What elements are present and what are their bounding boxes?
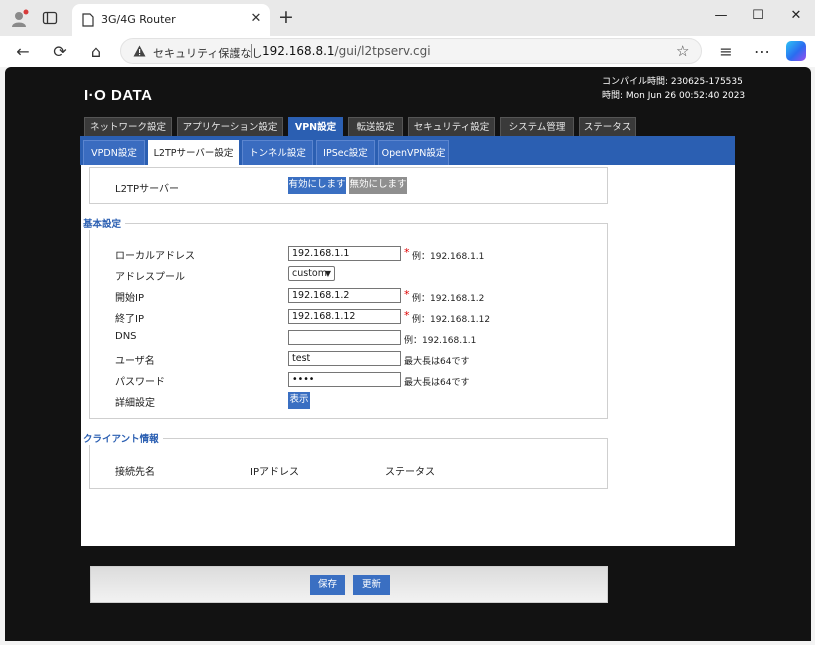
content-panel: L2TPサーバー 有効にします 無効にします ローカルアドレス 192.168.…	[81, 165, 735, 603]
update-button[interactable]: 更新	[353, 575, 390, 595]
column-destination: 接続先名	[115, 467, 155, 478]
address-pool-label: アドレスプール	[115, 272, 185, 283]
required-mark: *	[404, 288, 410, 301]
subtab-vpdn[interactable]: VPDN設定	[83, 140, 145, 165]
maximize-button[interactable]: ☐	[746, 8, 770, 23]
end-ip-hint: 例：192.168.1.12	[412, 315, 491, 325]
tab-application[interactable]: アプリケーション設定	[177, 117, 283, 136]
refresh-button[interactable]: ⟳	[48, 40, 72, 64]
browser-toolbar: ← ⟳ ⌂ セキュリティ保護なし 192.168.8.1/gui/l2tpser…	[0, 36, 815, 67]
action-bar: 保存 更新	[90, 566, 608, 603]
start-ip-hint: 例：192.168.1.2	[412, 294, 485, 304]
url-text[interactable]: 192.168.8.1/gui/l2tpserv.cgi	[262, 44, 431, 58]
required-mark: *	[404, 246, 410, 259]
tab-vpn[interactable]: VPN設定	[288, 117, 343, 136]
start-ip-input[interactable]: 192.168.1.2	[288, 288, 401, 303]
tab-security[interactable]: セキュリティ設定	[408, 117, 495, 136]
dns-label: DNS	[115, 331, 137, 342]
back-button[interactable]: ←	[11, 40, 35, 64]
current-time: 時間: Mon Jun 26 00:52:40 2023	[602, 91, 746, 101]
password-input[interactable]: ••••	[288, 372, 401, 387]
home-button[interactable]: ⌂	[84, 40, 108, 64]
enable-button[interactable]: 有効にします	[288, 177, 346, 194]
new-tab-button[interactable]: +	[276, 6, 296, 28]
tab-status[interactable]: ステータス	[579, 117, 636, 136]
tab-actions-icon[interactable]	[42, 10, 58, 26]
column-ip-address: IPアドレス	[250, 467, 299, 478]
address-divider	[251, 44, 252, 58]
address-pool-select[interactable]: custom ▼	[288, 266, 335, 281]
warning-icon[interactable]	[133, 45, 146, 57]
username-input[interactable]: test	[288, 351, 401, 366]
close-window-button[interactable]: ✕	[784, 8, 808, 23]
client-info-box: 接続先名 IPアドレス ステータス	[89, 438, 608, 489]
time-info: コンパイル時間: 230625-175535 時間: Mon Jun 26 00…	[602, 75, 745, 103]
favorites-button[interactable]: ≡	[714, 40, 738, 64]
security-label[interactable]: セキュリティ保護なし	[153, 45, 262, 61]
required-mark: *	[404, 309, 410, 322]
minimize-button[interactable]: —	[709, 8, 733, 23]
subtab-ipsec[interactable]: IPSec設定	[316, 140, 375, 165]
address-pool-value: custom	[292, 268, 327, 279]
favorite-star-icon[interactable]: ☆	[676, 42, 689, 60]
tab-title: 3G/4G Router	[101, 13, 176, 26]
local-address-input[interactable]: 192.168.1.1	[288, 246, 401, 261]
browser-tab[interactable]: 3G/4G Router ✕	[72, 4, 270, 36]
tab-network[interactable]: ネットワーク設定	[84, 117, 172, 136]
local-address-label: ローカルアドレス	[115, 251, 195, 262]
page-viewport: I·O DATA コンパイル時間: 230625-175535 時間: Mon …	[5, 67, 811, 641]
page-icon	[82, 13, 94, 27]
url-host: 192.168.8.1	[262, 44, 335, 58]
subtab-tunnel[interactable]: トンネル設定	[242, 140, 313, 165]
disable-button[interactable]: 無効にします	[349, 177, 407, 194]
sub-tab-bar: VPDN設定 L2TPサーバー設定 トンネル設定 IPSec設定 OpenVPN…	[80, 136, 735, 165]
start-ip-label: 開始IP	[115, 293, 144, 304]
browser-tab-strip: 3G/4G Router ✕ + — ☐ ✕	[0, 0, 815, 36]
chevron-down-icon: ▼	[324, 269, 331, 278]
l2tp-server-label: L2TPサーバー	[115, 184, 179, 195]
end-ip-input[interactable]: 192.168.1.12	[288, 309, 401, 324]
subtab-l2tp-server[interactable]: L2TPサーバー設定	[148, 140, 239, 165]
l2tp-toggle-box: L2TPサーバー 有効にします 無効にします	[89, 167, 608, 204]
show-advanced-button[interactable]: 表示	[288, 392, 310, 409]
address-bar[interactable]: セキュリティ保護なし 192.168.8.1/gui/l2tpserv.cgi …	[120, 38, 702, 64]
dns-hint: 例：192.168.1.1	[404, 336, 477, 346]
advanced-settings-label: 詳細設定	[115, 398, 155, 409]
tab-forwarding[interactable]: 転送設定	[348, 117, 403, 136]
tab-system[interactable]: システム管理	[500, 117, 574, 136]
username-label: ユーザ名	[115, 356, 155, 367]
password-label: パスワード	[115, 377, 165, 388]
column-status: ステータス	[385, 467, 435, 478]
password-hint: 最大長は64です	[404, 378, 470, 388]
basic-settings-legend: 基本設定	[83, 216, 126, 230]
subtab-openvpn[interactable]: OpenVPN設定	[378, 140, 449, 165]
local-address-hint: 例：192.168.1.1	[412, 252, 485, 262]
close-tab-icon[interactable]: ✕	[248, 11, 264, 26]
end-ip-label: 終了IP	[115, 314, 144, 325]
username-hint: 最大長は64です	[404, 357, 470, 367]
settings-menu-button[interactable]: ⋯	[750, 40, 774, 64]
basic-settings-box: ローカルアドレス 192.168.1.1 * 例：192.168.1.1 アドレ…	[89, 223, 608, 419]
iodata-logo: I·O DATA	[84, 87, 153, 104]
profile-icon[interactable]	[10, 9, 30, 29]
compile-time: コンパイル時間: 230625-175535	[602, 77, 743, 87]
client-info-legend: クライアント情報	[83, 431, 163, 445]
copilot-icon[interactable]	[786, 41, 806, 61]
save-button[interactable]: 保存	[310, 575, 345, 595]
url-path: /gui/l2tpserv.cgi	[334, 44, 431, 58]
dns-input[interactable]	[288, 330, 401, 345]
